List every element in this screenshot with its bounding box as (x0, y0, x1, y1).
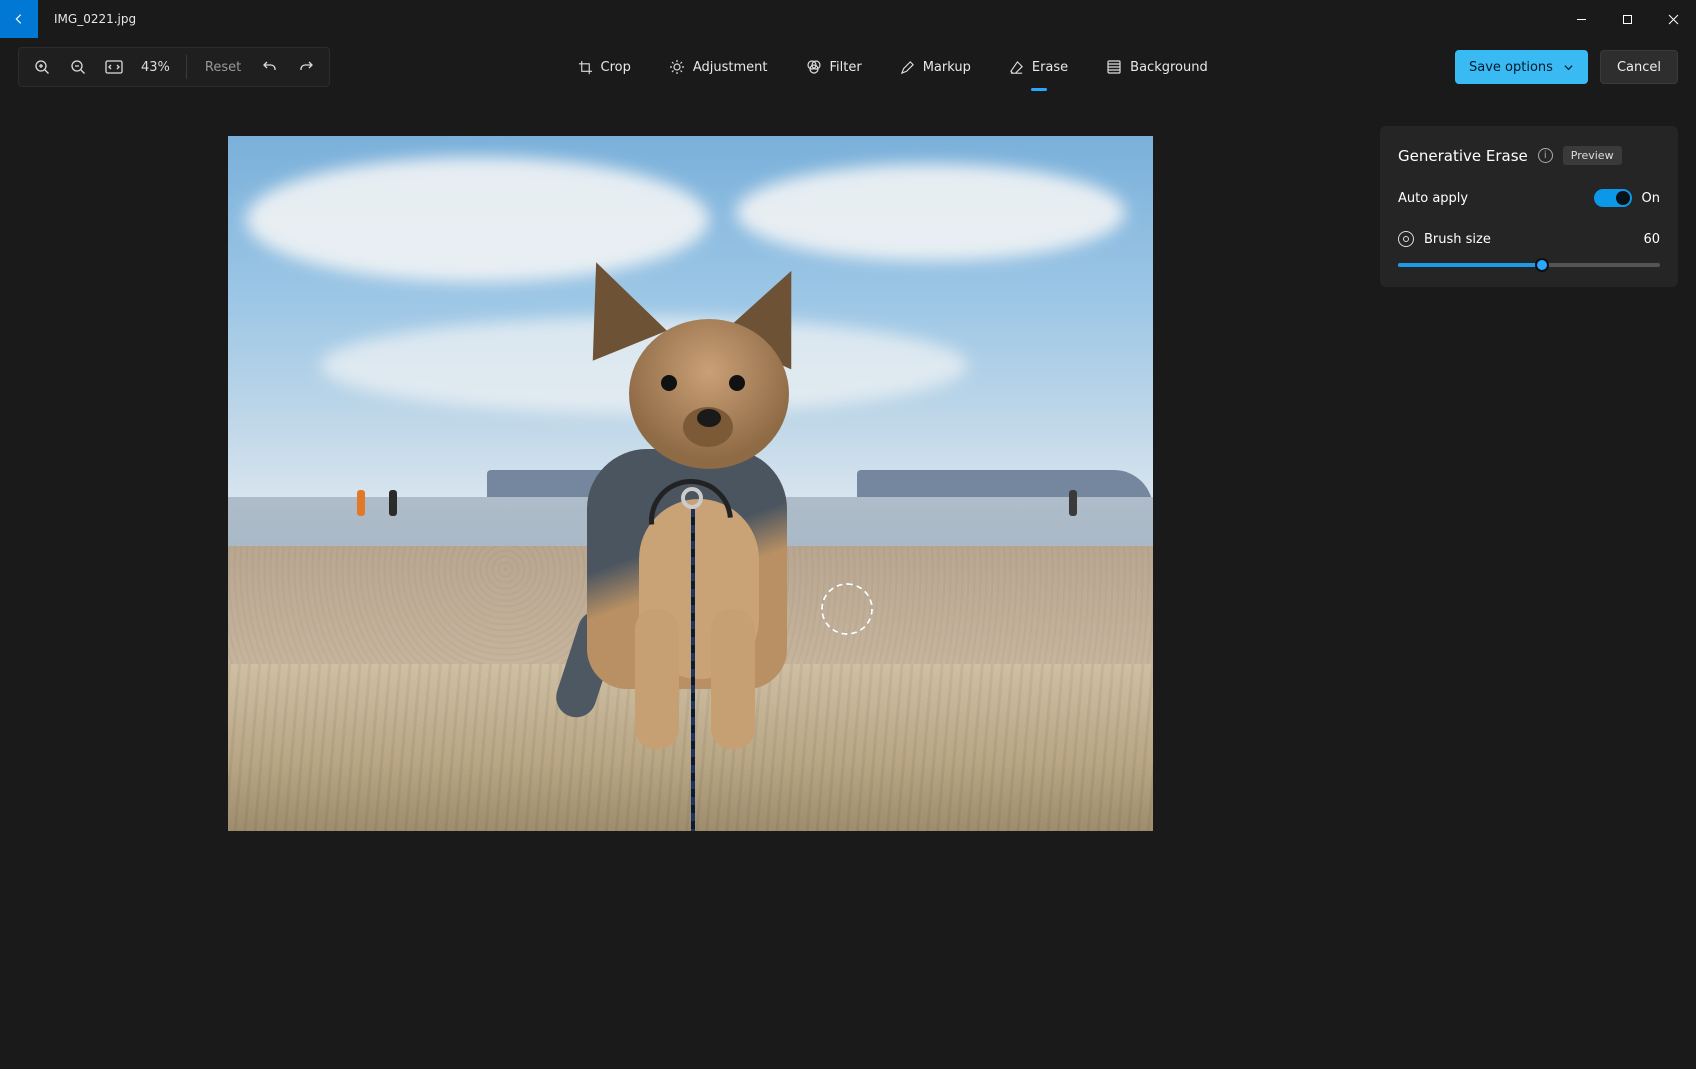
undo-icon (262, 59, 278, 75)
tab-background[interactable]: Background (1102, 53, 1212, 81)
tab-markup[interactable]: Markup (896, 54, 975, 81)
preview-badge: Preview (1563, 146, 1622, 165)
window-controls (1558, 0, 1696, 38)
back-button[interactable] (0, 0, 38, 38)
filter-icon (806, 59, 822, 75)
panel-title: Generative Erase (1398, 147, 1528, 165)
editor-toolbar: 43% Reset Crop Adjustment Filter Markup (0, 38, 1696, 96)
tab-crop[interactable]: Crop (574, 54, 635, 81)
zoom-out-icon (70, 59, 86, 75)
auto-apply-toggle-group: On (1594, 189, 1660, 207)
panel-header: Generative Erase i Preview (1398, 146, 1660, 165)
save-cancel-group: Save options Cancel (1455, 50, 1678, 84)
markup-icon (900, 60, 915, 75)
undo-button[interactable] (255, 52, 285, 82)
close-icon (1668, 14, 1679, 25)
maximize-icon (1622, 14, 1633, 25)
tab-crop-label: Crop (601, 60, 631, 75)
background-icon (1106, 59, 1122, 75)
zoom-in-button[interactable] (27, 52, 57, 82)
zoom-in-icon (34, 59, 50, 75)
tab-background-label: Background (1130, 60, 1208, 75)
minimize-icon (1576, 14, 1587, 25)
photo-dog (533, 289, 833, 749)
zoom-controls: 43% Reset (18, 47, 330, 87)
tab-adjustment[interactable]: Adjustment (665, 53, 772, 81)
brush-size-slider[interactable] (1398, 263, 1660, 267)
chevron-down-icon (1563, 62, 1574, 73)
tab-erase-label: Erase (1032, 60, 1068, 75)
brush-size-row: Brush size 60 (1398, 231, 1660, 247)
auto-apply-toggle[interactable] (1594, 189, 1632, 207)
zoom-value: 43% (135, 60, 176, 75)
separator (186, 55, 187, 79)
title-bar: IMG_0221.jpg (0, 0, 1696, 38)
photo-person (389, 490, 397, 516)
tab-filter[interactable]: Filter (802, 53, 866, 81)
cancel-label: Cancel (1617, 60, 1661, 75)
main-area: Generative Erase i Preview Auto apply On… (0, 96, 1696, 1069)
cancel-button[interactable]: Cancel (1600, 50, 1678, 84)
adjustment-icon (669, 59, 685, 75)
redo-button[interactable] (291, 52, 321, 82)
erase-icon (1009, 60, 1024, 75)
info-icon[interactable]: i (1538, 148, 1553, 163)
minimize-button[interactable] (1558, 0, 1604, 38)
brush-cursor (821, 583, 873, 635)
arrow-left-icon (12, 12, 26, 26)
image-canvas[interactable] (228, 136, 1153, 831)
tab-erase[interactable]: Erase (1005, 54, 1072, 81)
fit-button[interactable] (99, 52, 129, 82)
photo-person (357, 490, 365, 516)
canvas-area (0, 96, 1380, 1069)
tab-filter-label: Filter (830, 60, 862, 75)
photo-cloud (736, 164, 1125, 261)
brush-size-icon (1398, 231, 1414, 247)
save-options-button[interactable]: Save options (1455, 50, 1588, 84)
photo-person (1069, 490, 1077, 516)
auto-apply-state: On (1642, 191, 1660, 206)
file-name: IMG_0221.jpg (54, 12, 136, 26)
save-options-label: Save options (1469, 60, 1553, 75)
redo-icon (298, 59, 314, 75)
auto-apply-row: Auto apply On (1398, 189, 1660, 207)
brush-size-label: Brush size (1424, 232, 1491, 247)
auto-apply-label: Auto apply (1398, 191, 1468, 206)
tab-markup-label: Markup (923, 60, 971, 75)
generative-erase-panel: Generative Erase i Preview Auto apply On… (1380, 126, 1678, 287)
tab-adjustment-label: Adjustment (693, 60, 768, 75)
side-panel: Generative Erase i Preview Auto apply On… (1380, 96, 1696, 1069)
fit-screen-icon (105, 60, 123, 74)
reset-button[interactable]: Reset (197, 56, 249, 79)
brush-size-value: 60 (1643, 232, 1660, 247)
zoom-out-button[interactable] (63, 52, 93, 82)
editor-tabs: Crop Adjustment Filter Markup Erase Back… (574, 53, 1212, 81)
maximize-button[interactable] (1604, 0, 1650, 38)
crop-icon (578, 60, 593, 75)
close-button[interactable] (1650, 0, 1696, 38)
